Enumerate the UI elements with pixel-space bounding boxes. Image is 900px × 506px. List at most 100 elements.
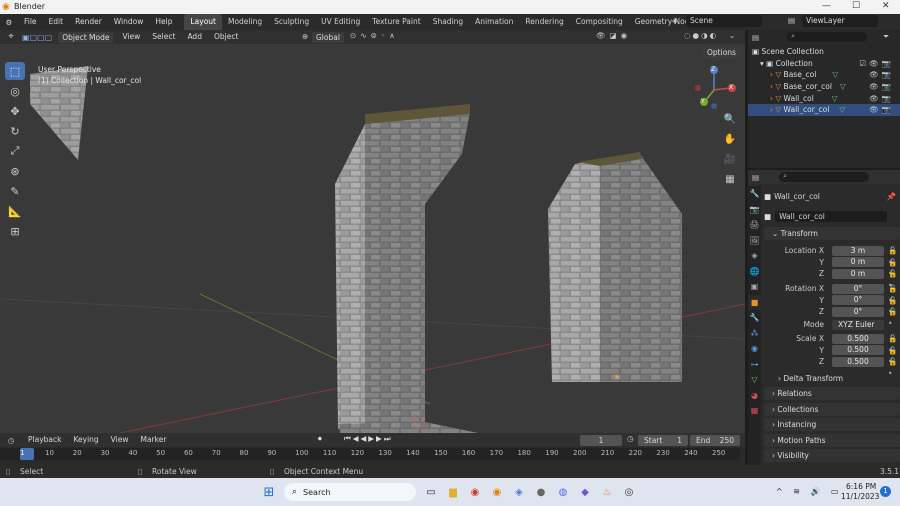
rotation-mode-dropdown[interactable]: XYZ Euler <box>832 319 884 330</box>
tab-modeling[interactable]: Modeling <box>222 14 268 30</box>
shading-mode-icons[interactable]: ◌●◑◐ <box>684 31 718 40</box>
output-tab-icon[interactable]: 🖨 <box>748 217 761 233</box>
system-tray-icons[interactable]: ^ ≋ 🔊 ▭ <box>776 487 843 496</box>
tool-tab-icon[interactable]: 🔧 <box>748 186 761 202</box>
location-y-field[interactable]: 0 m <box>832 257 884 267</box>
object-tab-icon[interactable]: ■ <box>748 294 761 310</box>
file-explorer-icon[interactable]: ▆ <box>444 483 462 501</box>
outliner-object-wall-col[interactable]: › ▽ Wall_col ▽ 👁📷 <box>748 93 900 105</box>
camera-view-icon[interactable]: 🎥 <box>722 152 738 168</box>
transform-section-header[interactable]: ⌄ Transform <box>764 227 900 240</box>
visibility-gizmo-icons[interactable]: 👁◪◉ <box>596 31 631 40</box>
navigation-gizmo[interactable]: Z X Y <box>690 60 740 120</box>
object-visibility-icons[interactable]: 👁📷 <box>869 81 894 93</box>
close-button[interactable]: ✕ <box>882 1 890 11</box>
location-x-field[interactable]: 3 m <box>832 245 884 256</box>
scale-x-field[interactable]: 0.500 <box>832 333 884 344</box>
menu-render[interactable]: Render <box>69 14 108 30</box>
tab-layout[interactable]: Layout <box>184 14 222 30</box>
shading-options-icon[interactable]: ⌄ <box>729 31 735 40</box>
rotation-y-field[interactable]: 0° <box>832 295 884 305</box>
annotate-tool-icon[interactable]: ✎ <box>5 182 25 200</box>
record-button[interactable]: ⏺ <box>318 434 322 444</box>
instancing-section[interactable]: › Instancing <box>764 418 900 431</box>
outliner-search-input[interactable]: ⌕ <box>787 32 868 42</box>
material-tab-icon[interactable]: ◕ <box>748 388 761 404</box>
windows-start-icon[interactable]: ⊞ <box>260 483 278 501</box>
outliner-editor-icon[interactable]: ▤ <box>752 33 759 42</box>
pin-app-icon[interactable]: ● <box>532 483 550 501</box>
tab-compositing[interactable]: Compositing <box>570 14 629 30</box>
task-view-icon[interactable]: ▭ <box>422 483 440 501</box>
rotation-z-field[interactable]: 0° <box>832 306 884 317</box>
timeline-menu-view[interactable]: View <box>105 433 135 447</box>
pin-icon[interactable]: 📌 <box>887 192 896 201</box>
object-visibility-icons[interactable]: 👁📷 <box>869 104 894 116</box>
viewport-menu-add[interactable]: Add <box>181 30 208 44</box>
outliner-object-wall-cor-col[interactable]: › ▽ Wall_cor_col ▽ 👁📷 <box>748 104 900 117</box>
outliner-object-base-col[interactable]: › ▽ Base_col ▽ 👁📷 <box>748 69 900 81</box>
menu-help[interactable]: Help <box>149 14 178 30</box>
tab-sculpting[interactable]: Sculpting <box>268 14 315 30</box>
start-frame-field[interactable]: Start 1 <box>638 434 688 446</box>
texture-tab-icon[interactable]: ▦ <box>748 403 761 419</box>
timeline-menu-keying[interactable]: Keying <box>67 433 104 447</box>
blender-menu-icon[interactable]: ⚙ <box>0 18 18 27</box>
game-launcher-icon[interactable]: ◆ <box>576 483 594 501</box>
physics-tab-icon[interactable]: ◉ <box>748 341 761 357</box>
viewport-menu-object[interactable]: Object <box>208 30 244 44</box>
discord-icon[interactable]: ◍ <box>554 483 572 501</box>
filter-icon[interactable]: ⏷ <box>883 32 889 42</box>
blender-taskbar-icon[interactable]: ◉ <box>488 483 506 501</box>
viewport-menu-view[interactable]: View <box>116 30 146 44</box>
visibility-section[interactable]: › Visibility <box>764 449 900 462</box>
render-tab-icon[interactable]: 📷 <box>748 202 761 218</box>
rotation-x-field[interactable]: 0° <box>832 283 884 294</box>
view-layer-selector[interactable]: ViewLayer <box>802 15 878 27</box>
menu-window[interactable]: Window <box>108 14 150 30</box>
cursor-tool-icon[interactable]: ◎ <box>5 82 25 100</box>
pan-hand-icon[interactable]: ✋ <box>722 132 738 148</box>
constraints-tab-icon[interactable]: ⊶ <box>748 357 761 373</box>
scale-y-field[interactable]: 0.500 <box>832 345 884 355</box>
motion-paths-section[interactable]: › Motion Paths <box>764 434 900 447</box>
select-box-tool-icon[interactable]: ⬚ <box>5 62 25 80</box>
scale-z-field[interactable]: 0.500 <box>832 356 884 367</box>
editor-type-icon[interactable]: ⌖ <box>0 32 22 42</box>
maximize-button[interactable]: ☐ <box>852 1 860 11</box>
collection-tab-icon[interactable]: ▣ <box>748 279 761 295</box>
data-tab-icon[interactable]: ▽ <box>748 372 761 388</box>
scale-tool-icon[interactable]: ⤢ <box>5 142 25 160</box>
timeline-editor-icon[interactable]: ◷ <box>0 436 22 445</box>
3d-viewport[interactable]: User Perspective (1) Collection | Wall_c… <box>0 44 745 433</box>
taskbar-search[interactable]: ⌕ Search <box>284 483 416 501</box>
menu-file[interactable]: File <box>18 14 43 30</box>
notification-badge[interactable]: 1 <box>880 486 891 497</box>
timeline-ruler[interactable]: 1 10 20 30 40 50 60 70 80 90 100 110 120 130 140 150 160… <box>0 448 740 460</box>
tab-texture-paint[interactable]: Texture Paint <box>366 14 426 30</box>
snap-proportional-icons[interactable]: ⊙∿⊚◦∧ <box>350 31 399 40</box>
steam-icon[interactable]: ◎ <box>620 483 638 501</box>
properties-search-input[interactable]: ⌕ <box>779 172 870 182</box>
minimize-button[interactable]: — <box>822 1 831 11</box>
end-frame-field[interactable]: End 250 <box>690 434 740 446</box>
selection-mode-icons[interactable]: ▣▢▢▢ <box>22 33 52 42</box>
view-layer-tab-icon[interactable]: 🖼 <box>748 233 761 249</box>
playback-controls[interactable]: ⏮◀◀▶▶⏭ <box>344 434 393 444</box>
current-frame-field[interactable]: 1 <box>580 434 622 446</box>
options-dropdown[interactable]: Options <box>703 47 740 58</box>
tab-shading[interactable]: Shading <box>427 14 469 30</box>
object-mode-dropdown[interactable]: Object Mode <box>58 31 114 43</box>
relations-section[interactable]: › Relations <box>764 387 900 400</box>
zoom-icon[interactable]: 🔍 <box>722 112 738 128</box>
chrome-icon[interactable]: ◉ <box>466 483 484 501</box>
transform-tool-icon[interactable]: ⊛ <box>5 162 25 180</box>
scene-tab-icon[interactable]: ◈ <box>748 248 761 264</box>
viewport-menu-select[interactable]: Select <box>146 30 181 44</box>
location-z-field[interactable]: 0 m <box>832 268 884 279</box>
delta-transform-section[interactable]: › Delta Transform <box>764 372 900 385</box>
timeline-menu-playback[interactable]: Playback <box>22 433 67 447</box>
tab-animation[interactable]: Animation <box>469 14 519 30</box>
outliner-scene-collection[interactable]: ▣ Scene Collection <box>748 46 900 58</box>
move-tool-icon[interactable]: ✥ <box>5 102 25 120</box>
